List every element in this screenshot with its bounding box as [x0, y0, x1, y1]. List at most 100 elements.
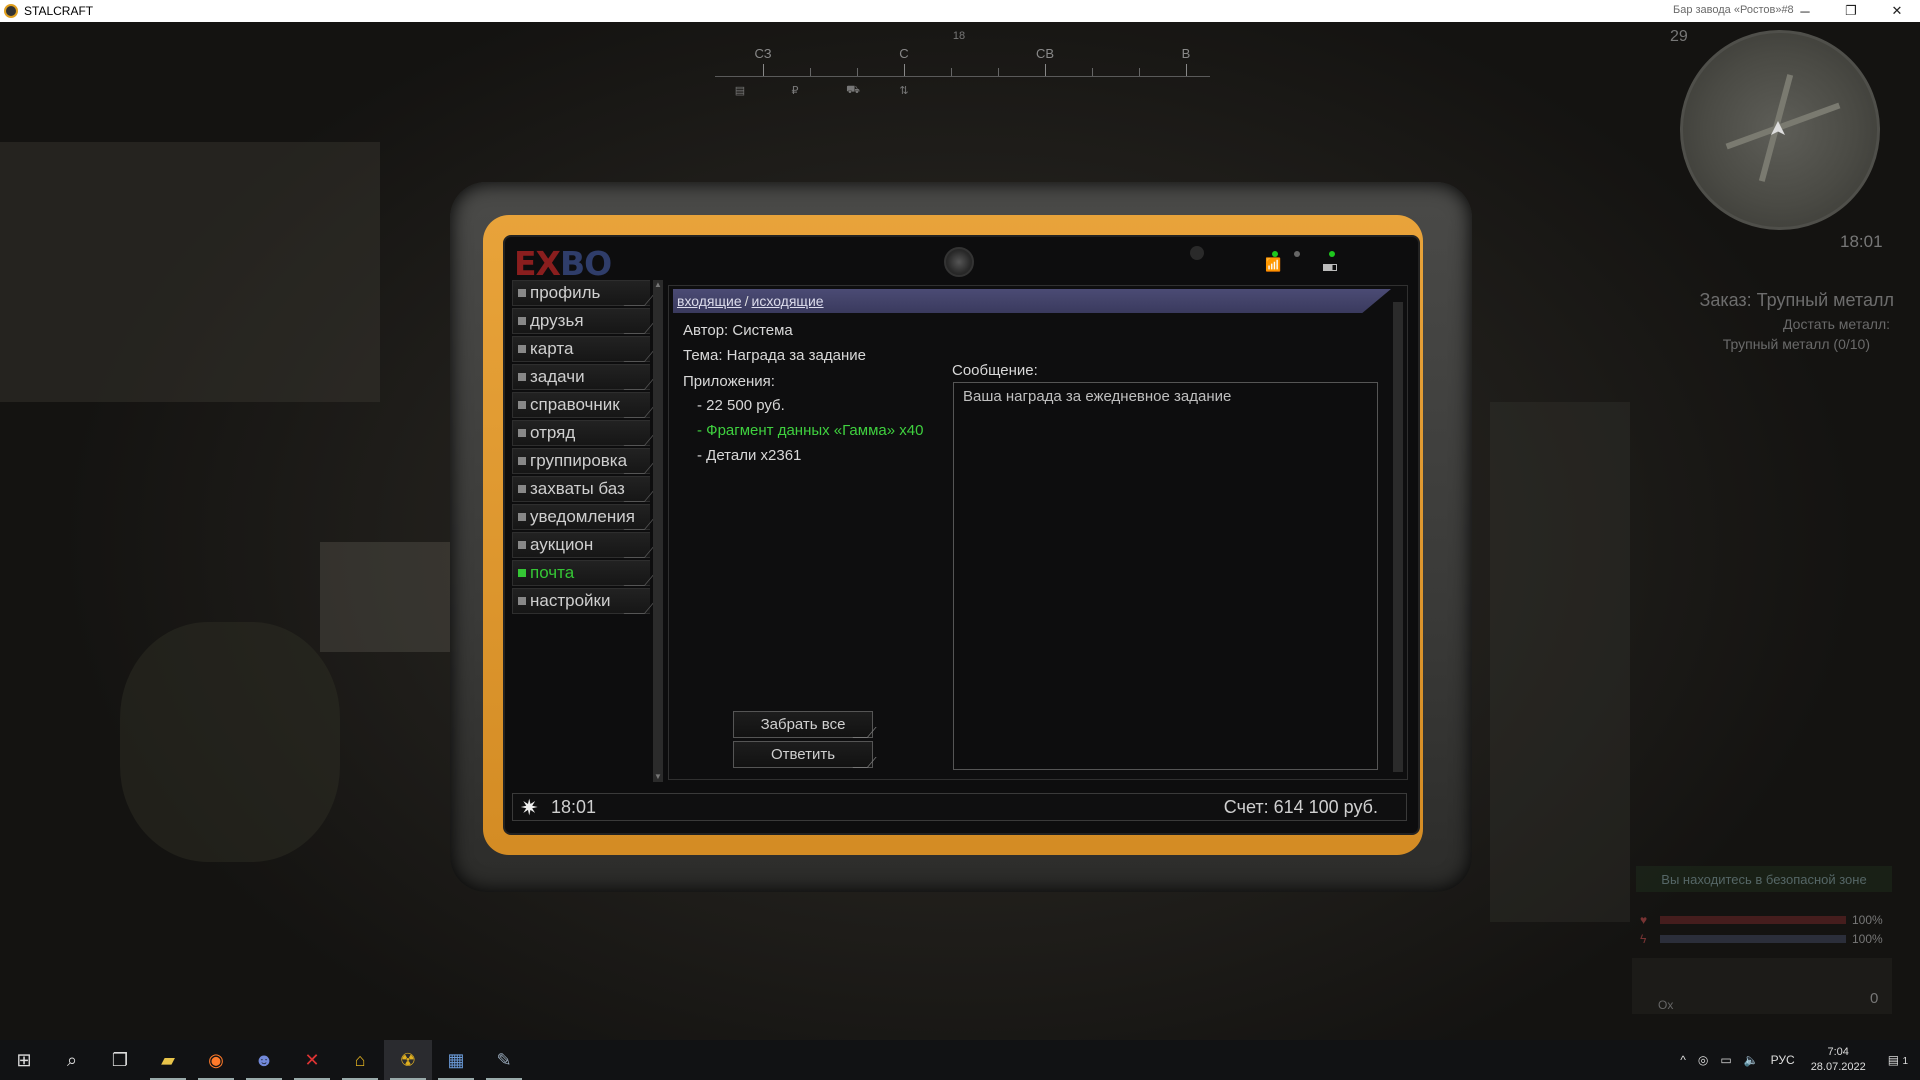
- stalcraft-app-icon: [4, 4, 18, 18]
- tab-separator: /: [744, 293, 749, 309]
- launcher-icon: ⌂: [354, 1049, 366, 1070]
- compass-tick: [1092, 68, 1093, 76]
- compass-bar: [715, 76, 1210, 77]
- nav-label: уведомления: [530, 507, 635, 526]
- nav-item-squad[interactable]: отряд: [512, 420, 650, 446]
- nav-scrollbar[interactable]: ▲ ▼: [653, 280, 663, 782]
- nav-label: друзья: [530, 311, 584, 330]
- taskbar-firefox[interactable]: ◉: [192, 1040, 240, 1080]
- nav-item-settings[interactable]: настройки: [512, 588, 650, 614]
- message-body: Ваша награда за ежедневное задание: [953, 382, 1378, 770]
- nav-item-map[interactable]: карта: [512, 336, 650, 362]
- bullet-icon: [518, 485, 526, 493]
- exchange-marker-icon: ⇅: [899, 85, 909, 97]
- sensor-icon: [1190, 246, 1204, 260]
- taskbar-media-app[interactable]: ✕: [288, 1040, 336, 1080]
- nav-item-tasks[interactable]: задачи: [512, 364, 650, 390]
- bullet-icon: [518, 317, 526, 325]
- taskbar-exbo-launcher[interactable]: ⌂: [336, 1040, 384, 1080]
- heart-icon: ♥: [1640, 913, 1648, 927]
- compass-tick: [904, 64, 905, 76]
- window-app-icon: ▦: [447, 1049, 465, 1070]
- bullet-icon: [518, 569, 526, 577]
- camera-icon: [944, 247, 974, 277]
- nav-item-profile[interactable]: профиль: [512, 280, 650, 306]
- bullet-icon: [518, 289, 526, 297]
- tray-chevron-icon[interactable]: ^: [1674, 1053, 1692, 1067]
- close-button[interactable]: ✕: [1874, 0, 1920, 22]
- search-button[interactable]: ⌕: [48, 1040, 96, 1080]
- stamina-bar: [1660, 935, 1846, 943]
- wifi-icon: 📶: [1265, 257, 1282, 272]
- pda-nav: профиль друзья карта задачи справочник о…: [512, 280, 650, 616]
- take-all-button[interactable]: Забрать все: [733, 711, 873, 738]
- nav-item-notifications[interactable]: уведомления: [512, 504, 650, 530]
- bullet-icon: [518, 597, 526, 605]
- clock-date: 28.07.2022: [1810, 1061, 1866, 1073]
- ammo-count: 0: [1870, 990, 1879, 1007]
- nav-item-mail[interactable]: почта: [512, 560, 650, 586]
- safe-zone-notice: Вы находитесь в безопасной зоне: [1636, 866, 1892, 892]
- scene-pillar: [1490, 402, 1630, 922]
- bullet-icon: [518, 429, 526, 437]
- nav-item-auction[interactable]: аукцион: [512, 532, 650, 558]
- compass-direction-ne: СВ: [1035, 46, 1055, 61]
- reply-button[interactable]: Ответить: [733, 741, 873, 768]
- battery-icon: [1323, 264, 1337, 271]
- bullet-icon: [518, 345, 526, 353]
- compass-direction-e: В: [1181, 46, 1191, 61]
- scene-wall: [0, 142, 380, 402]
- volume-icon[interactable]: 🔈: [1738, 1053, 1765, 1067]
- notification-count: 1: [1902, 1056, 1908, 1067]
- task-view-button[interactable]: ❐: [96, 1040, 144, 1080]
- network-icon[interactable]: ▭: [1714, 1053, 1737, 1067]
- bullet-icon: [518, 373, 526, 381]
- scroll-up-icon[interactable]: ▲: [653, 280, 663, 290]
- nav-item-friends[interactable]: друзья: [512, 308, 650, 334]
- compass-tick: [998, 68, 999, 76]
- media-app-icon: ✕: [304, 1049, 320, 1070]
- bullet-icon: [518, 457, 526, 465]
- tab-inbox[interactable]: входящие: [677, 293, 742, 309]
- start-button[interactable]: ⊞: [0, 1040, 48, 1080]
- scene-character: [120, 622, 340, 862]
- compass-direction-n: С: [899, 46, 909, 61]
- meet-now-icon[interactable]: ◎: [1692, 1053, 1714, 1067]
- nav-item-base-captures[interactable]: захваты баз: [512, 476, 650, 502]
- language-indicator[interactable]: РУС: [1765, 1053, 1801, 1067]
- nav-item-faction[interactable]: группировка: [512, 448, 650, 474]
- compass: 18 СЗ С СВ В ▤ ₽ ⛟ ⇅: [715, 28, 1210, 98]
- notifications-button[interactable]: ▤ 1: [1876, 1053, 1920, 1067]
- lightning-icon: ϟ: [1640, 932, 1647, 946]
- taskbar-tool-app[interactable]: ✎: [480, 1040, 528, 1080]
- notification-icon: ▤: [1887, 1053, 1900, 1067]
- compass-tick: [951, 68, 952, 76]
- taskbar-stalcraft[interactable]: ☢: [384, 1040, 432, 1080]
- scroll-down-icon[interactable]: ▼: [653, 772, 663, 782]
- logo-left: EX: [514, 244, 561, 283]
- exbo-logo: EXBO: [514, 244, 612, 283]
- restore-button[interactable]: ❐: [1828, 0, 1874, 22]
- trader-marker-icon: ₽: [791, 85, 799, 97]
- minimap-counter: 29: [1670, 28, 1688, 45]
- bullet-icon: [518, 541, 526, 549]
- message-text: Ваша награда за ежедневное задание: [963, 388, 1232, 405]
- location-label: Бар завода «Ростов»#8: [1673, 4, 1794, 16]
- nav-label: аукцион: [530, 535, 594, 554]
- window-title: STALCRAFT: [24, 4, 94, 18]
- taskbar-clock[interactable]: 7:04 28.07.2022: [1801, 1045, 1876, 1075]
- scene-crate: [320, 542, 470, 652]
- health-row: ♥ 100%: [1640, 912, 1890, 928]
- taskbar-discord[interactable]: ☻: [240, 1040, 288, 1080]
- message-label: Сообщение:: [952, 362, 1038, 379]
- attachment-item: - 22 500 руб.: [697, 397, 785, 414]
- taskbar-app-window[interactable]: ▦: [432, 1040, 480, 1080]
- mail-scrollbar[interactable]: [1393, 302, 1403, 772]
- taskbar-explorer[interactable]: ▰: [144, 1040, 192, 1080]
- compass-degree: 18: [952, 30, 966, 42]
- nav-item-handbook[interactable]: справочник: [512, 392, 650, 418]
- tab-outbox[interactable]: исходящие: [752, 293, 824, 309]
- system-tray: ^ ◎ ▭ 🔈 РУС 7:04 28.07.2022 ▤ 1: [1674, 1040, 1920, 1080]
- nav-label: карта: [530, 339, 574, 358]
- discord-icon: ☻: [254, 1049, 274, 1070]
